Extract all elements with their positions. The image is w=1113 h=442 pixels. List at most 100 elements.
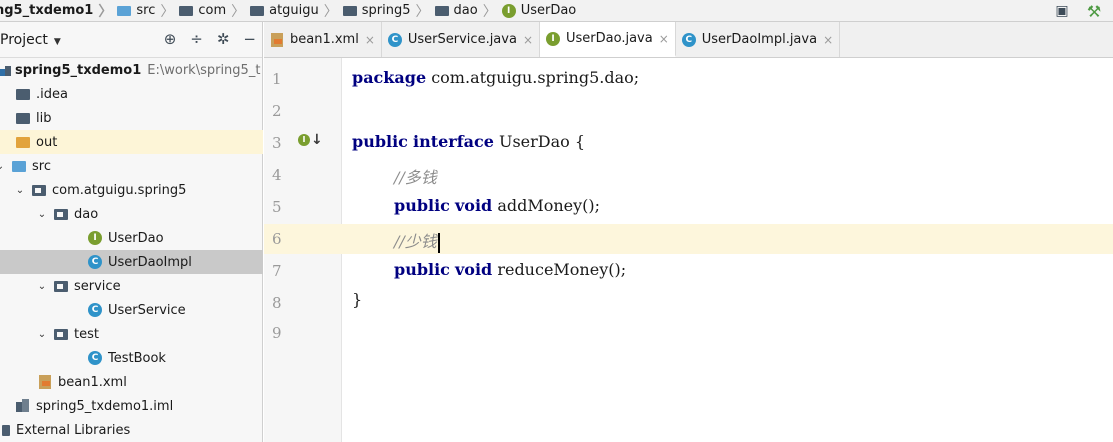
class-icon: C xyxy=(88,351,102,365)
tree-item-userservice[interactable]: C UserService xyxy=(0,298,263,322)
tab-userdao-java[interactable]: I UserDao.java × xyxy=(540,22,676,57)
tree-item-lib[interactable]: lib xyxy=(0,106,263,130)
spring-xml-icon xyxy=(38,375,52,389)
interface-icon: I xyxy=(546,31,560,46)
tree-item-dao[interactable]: ⌄ dao xyxy=(0,202,263,226)
tree-item-package-root[interactable]: ⌄ com.atguigu.spring5 xyxy=(0,178,263,202)
breadcrumb-item-userdao[interactable]: I UserDao xyxy=(501,3,576,18)
interface-icon: I xyxy=(501,3,516,18)
tab-bean1-xml[interactable]: bean1.xml × xyxy=(264,22,382,57)
code-line-4: //多钱 xyxy=(394,168,437,187)
project-panel-tools: ⊕ ÷ ✲ − xyxy=(164,30,256,48)
line-number: 8 xyxy=(272,294,282,312)
close-icon[interactable]: × xyxy=(659,32,669,46)
code-line-8: } xyxy=(352,290,363,309)
code-line-1: package com.atguigu.spring5.dao; xyxy=(352,68,640,87)
project-view-selector[interactable]: Project ▼ xyxy=(0,32,61,48)
interface-icon: I xyxy=(298,134,310,146)
chevron-right-icon: 〉 xyxy=(231,3,246,20)
source-folder-icon xyxy=(12,160,26,172)
breadcrumb-item-project[interactable]: ng5_txdemo1 〉 xyxy=(0,1,117,21)
breadcrumb-item-atguigu[interactable]: atguigu 〉 xyxy=(250,1,343,21)
tab-userservice-java[interactable]: C UserService.java × xyxy=(382,22,540,57)
spring-xml-icon xyxy=(270,32,284,47)
interface-icon: I xyxy=(88,231,102,245)
close-icon[interactable]: × xyxy=(823,33,833,47)
breadcrumb-item-com[interactable]: com 〉 xyxy=(179,1,250,21)
folder-icon xyxy=(342,5,357,16)
chevron-down-icon[interactable]: ⌄ xyxy=(0,161,6,172)
library-icon xyxy=(2,424,10,436)
chevron-down-icon[interactable]: ⌄ xyxy=(36,281,48,292)
current-line-highlight xyxy=(264,224,1113,254)
package-icon xyxy=(54,208,68,220)
code-line-3: public interface UserDao { xyxy=(352,132,586,151)
line-number: 1 xyxy=(272,70,282,88)
class-icon: C xyxy=(681,32,696,47)
project-panel-header: Project ▼ ⊕ ÷ ✲ − xyxy=(0,22,262,58)
chevron-right-icon: 〉 xyxy=(98,3,113,20)
tree-item-testbook[interactable]: C TestBook xyxy=(0,346,263,370)
code-line-7: public void reduceMoney(); xyxy=(394,260,627,279)
tree-item-project-root[interactable]: spring5_txdemo1 E:\work\spring5_t xyxy=(0,58,263,82)
tree-item-userdaoimpl[interactable]: C UserDaoImpl xyxy=(0,250,263,274)
toolbar-right: ▣ ⚒ xyxy=(1053,2,1103,21)
close-icon[interactable]: × xyxy=(365,33,375,47)
chevron-down-icon[interactable]: ⌄ xyxy=(14,185,26,196)
package-icon xyxy=(54,328,68,340)
tab-userdaoimpl-java[interactable]: C UserDaoImpl.java × xyxy=(676,22,841,57)
class-icon: C xyxy=(387,32,402,47)
breadcrumb-item-spring5[interactable]: spring5 〉 xyxy=(342,1,435,21)
folder-icon xyxy=(16,88,30,100)
tree-item-test[interactable]: ⌄ test xyxy=(0,322,263,346)
caret-down-icon: ▼ xyxy=(53,36,61,47)
line-number: 4 xyxy=(272,166,282,184)
navigation-breadcrumb: ng5_txdemo1 〉 src 〉 com 〉 atguigu 〉 spring5 〉… xyxy=(0,0,1113,22)
line-number: 2 xyxy=(272,102,282,120)
chevron-right-icon: 〉 xyxy=(160,3,175,20)
tree-item-external-libraries[interactable]: External Libraries xyxy=(0,418,263,442)
locate-icon[interactable]: ⊕ xyxy=(164,30,177,48)
package-icon xyxy=(32,184,46,196)
close-icon[interactable]: × xyxy=(523,33,533,47)
tree-item-userdao[interactable]: I UserDao xyxy=(0,226,263,250)
editor-gutter: 1 2 3 4 5 6 7 8 9 I ↓ xyxy=(264,58,342,442)
chevron-right-icon: 〉 xyxy=(415,3,430,20)
breadcrumb-item-dao[interactable]: dao 〉 xyxy=(434,1,502,21)
implemented-marker[interactable]: I ↓ xyxy=(298,132,323,148)
module-file-icon xyxy=(16,399,30,413)
tree-item-iml[interactable]: spring5_txdemo1.iml xyxy=(0,394,263,418)
hide-panel-icon[interactable]: − xyxy=(243,30,256,48)
excluded-folder-icon xyxy=(16,136,30,148)
tree-item-idea[interactable]: .idea xyxy=(0,82,263,106)
line-number: 9 xyxy=(272,324,282,342)
package-icon xyxy=(54,280,68,292)
class-icon: C xyxy=(88,303,102,317)
chevron-down-icon[interactable]: ⌄ xyxy=(36,329,48,340)
build-hammer-icon[interactable]: ⚒ xyxy=(1085,2,1103,21)
collapse-all-icon[interactable]: ÷ xyxy=(190,30,203,48)
folder-icon xyxy=(117,5,132,16)
tree-item-out[interactable]: out xyxy=(0,130,263,154)
code-line-6: //少钱 xyxy=(394,228,440,253)
module-icon xyxy=(0,64,12,76)
folder-icon xyxy=(16,112,30,124)
line-number: 6 xyxy=(272,230,282,248)
folder-icon xyxy=(434,5,449,16)
tree-item-service[interactable]: ⌄ service xyxy=(0,274,263,298)
tree-item-src[interactable]: ⌄ src xyxy=(0,154,263,178)
folder-icon xyxy=(179,5,194,16)
arrow-down-icon: ↓ xyxy=(311,132,323,148)
chevron-right-icon: 〉 xyxy=(482,3,497,20)
project-path: E:\work\spring5_t xyxy=(147,62,261,78)
line-number: 5 xyxy=(272,198,282,216)
gear-icon[interactable]: ✲ xyxy=(217,30,230,48)
line-number: 7 xyxy=(272,262,282,280)
chevron-down-icon[interactable]: ⌄ xyxy=(36,209,48,220)
project-panel: Project ▼ ⊕ ÷ ✲ − spring5_txdemo1 E:\work… xyxy=(0,22,263,442)
code-editor[interactable]: 1 2 3 4 5 6 7 8 9 I ↓ package com.atguig… xyxy=(264,58,1113,442)
run-config-icon[interactable]: ▣ xyxy=(1053,2,1071,20)
editor-tabs: bean1.xml × C UserService.java × I UserD… xyxy=(264,22,1113,58)
tree-item-bean1-xml[interactable]: bean1.xml xyxy=(0,370,263,394)
breadcrumb-item-src[interactable]: src 〉 xyxy=(117,1,179,21)
